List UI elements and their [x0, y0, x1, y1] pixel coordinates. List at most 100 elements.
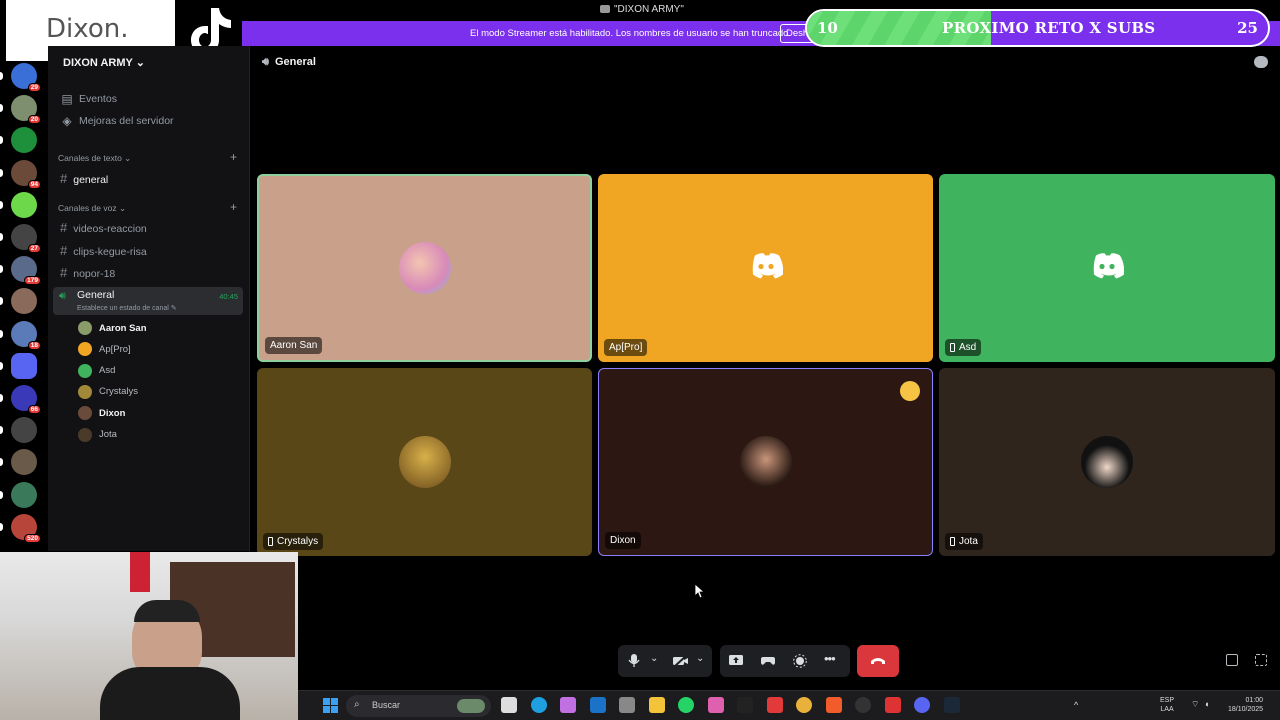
itunes-icon[interactable]	[707, 697, 724, 713]
server-icon[interactable]	[0, 449, 37, 476]
voice-channel-general[interactable]: 🔊︎ General 40:45 Establece un estado de …	[53, 287, 243, 315]
edge-icon[interactable]	[530, 697, 547, 713]
video-tile[interactable]: Asd	[939, 174, 1275, 362]
whatsapp-icon[interactable]	[678, 697, 694, 713]
participant-name-tag: Dixon	[605, 532, 641, 549]
voice-user-item[interactable]: Aaron San	[78, 321, 147, 335]
search-icon: ⌕	[354, 699, 360, 710]
events-item[interactable]: ▤ Eventos	[60, 92, 117, 106]
mention-badge: 66	[27, 405, 41, 414]
participant-name-tag: Ap[Pro]	[604, 339, 648, 356]
file-explorer-icon[interactable]	[501, 697, 517, 713]
steam-icon[interactable]	[943, 697, 960, 713]
server-icon[interactable]: 29	[0, 63, 41, 92]
app-icon[interactable]	[619, 697, 635, 713]
server-icon[interactable]	[0, 481, 37, 508]
disconnect-button[interactable]	[857, 645, 899, 677]
voice-user-item[interactable]: Dixon	[78, 406, 125, 421]
server-icon[interactable]	[0, 127, 37, 154]
voice-user-item[interactable]: Ap[Pro]	[78, 342, 131, 357]
call-channel-name: General	[274, 56, 316, 68]
obs-icon[interactable]	[855, 697, 871, 713]
server-icon[interactable]: 520	[0, 513, 41, 543]
camera-options-chevron-icon[interactable]: ⌄	[696, 653, 704, 664]
soundboard-icon[interactable]	[793, 654, 807, 668]
activities-gamepad-icon[interactable]	[761, 656, 775, 666]
channel-label: clips-kegue-risa	[73, 246, 147, 258]
voice-user-item[interactable]: Jota	[78, 427, 117, 442]
add-text-channel-icon[interactable]: +	[230, 150, 237, 164]
copilot-icon[interactable]	[560, 697, 576, 713]
video-tile[interactable]: Jota	[939, 368, 1275, 556]
app-icon-2[interactable]	[884, 697, 901, 713]
show-hidden-icons[interactable]: ^	[1074, 700, 1078, 710]
unread-indicator	[0, 490, 3, 499]
subs-goal-bar: 10 PROXIMO RETO X SUBS 25	[805, 9, 1270, 47]
emoji-reaction-icon	[900, 381, 920, 401]
server-icon[interactable]: 18	[0, 320, 41, 350]
avatar	[78, 384, 92, 399]
search-placeholder: Buscar	[372, 700, 401, 710]
channel-status[interactable]: Establece un estado de canal ✎	[77, 304, 177, 312]
text-app-icon[interactable]	[766, 697, 783, 713]
voice-user-item[interactable]: Crystalys	[78, 384, 139, 399]
channel-videos-reaccion[interactable]: # videos-reaccion	[60, 220, 147, 235]
outlook-icon[interactable]	[589, 697, 606, 713]
unread-indicator	[0, 394, 3, 402]
video-tile[interactable]: Aaron San	[257, 174, 592, 362]
voice-category[interactable]: Canales de voz ⌄	[58, 203, 126, 214]
webcam-overlay	[0, 552, 298, 720]
video-tile[interactable]: Crystalys	[257, 368, 592, 556]
windows-start-icon[interactable]	[323, 698, 339, 714]
video-tile[interactable]: Dixon	[598, 368, 933, 556]
server-icon[interactable]: 94	[0, 159, 41, 189]
channel-clips-kegue-risa[interactable]: # clips-kegue-risa	[60, 243, 147, 258]
webcam-balloon	[130, 552, 150, 592]
mobile-phone-icon	[950, 343, 955, 352]
server-boost-item[interactable]: ◈ Mejoras del servidor	[60, 114, 173, 128]
server-name[interactable]: DIXON ARMY ⌄	[63, 56, 145, 69]
add-voice-channel-icon[interactable]: +	[230, 200, 237, 214]
channel-general-text[interactable]: # general	[60, 171, 108, 186]
taskbar-search[interactable]: ⌕ Buscar	[346, 695, 491, 717]
camera-off-icon[interactable]	[673, 655, 689, 667]
popout-icon[interactable]	[1226, 654, 1238, 666]
server-icon[interactable]	[0, 352, 37, 379]
channel-nopor-18[interactable]: # nopor-18	[60, 265, 115, 280]
mention-badge: 179	[24, 276, 41, 286]
voice-user-item[interactable]: Asd	[78, 363, 115, 378]
mention-badge: 520	[24, 533, 41, 543]
unread-indicator	[0, 329, 3, 338]
discord-taskbar-icon[interactable]	[914, 697, 930, 713]
fullscreen-icon[interactable]	[1255, 654, 1267, 666]
language-indicator[interactable]: ESP LAA	[1160, 696, 1174, 714]
boost-icon: ◈	[62, 114, 72, 128]
server-icon[interactable]: 66	[0, 385, 41, 414]
video-tile[interactable]: Ap[Pro]	[598, 174, 933, 362]
lang-text: ESP	[1160, 697, 1175, 704]
unread-indicator	[0, 265, 3, 274]
mention-badge: 94	[27, 179, 41, 189]
folder-icon[interactable]	[648, 697, 665, 713]
brave-icon[interactable]	[825, 697, 842, 713]
clock[interactable]: 01:00 18/10/2025	[1228, 696, 1263, 714]
participant-name: Ap[Pro]	[609, 342, 643, 353]
network-icon[interactable]: ⌔	[1191, 699, 1199, 710]
mic-options-chevron-icon[interactable]: ⌄	[650, 653, 658, 664]
chrome-icon[interactable]	[796, 697, 812, 713]
server-icon[interactable]	[0, 417, 37, 444]
server-icon[interactable]: 20	[0, 95, 41, 125]
text-category[interactable]: Canales de texto ⌄	[58, 153, 131, 164]
server-icon[interactable]	[0, 288, 37, 315]
voice-user-name: Crystalys	[99, 386, 139, 398]
avatar	[78, 321, 92, 335]
server-icon[interactable]: 27	[0, 224, 41, 253]
screen-share-icon[interactable]	[729, 655, 743, 667]
tiktok-app-icon[interactable]	[737, 697, 753, 713]
server-icon[interactable]: 179	[0, 256, 41, 286]
chat-icon[interactable]	[1254, 56, 1268, 68]
server-icon[interactable]	[0, 191, 37, 218]
microphone-icon[interactable]	[628, 654, 640, 668]
more-options-icon[interactable]: •••	[824, 651, 836, 666]
volume-icon[interactable]: ◖	[1204, 699, 1209, 709]
